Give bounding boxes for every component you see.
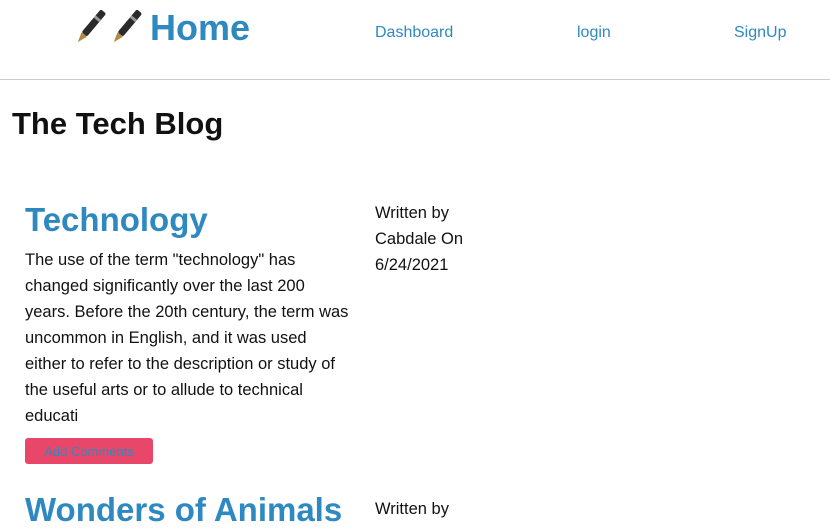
nav-link-signup[interactable]: SignUp	[734, 23, 786, 43]
home-link[interactable]: Home	[72, 6, 250, 50]
post-body: The use of the term "technology" has cha…	[25, 251, 349, 425]
fountain-pen-icon	[113, 10, 142, 43]
post-card: Wonders of Animals Written by	[25, 490, 825, 530]
post-card: Technology The use of the term "technolo…	[25, 200, 825, 480]
nav-link-dashboard[interactable]: Dashboard	[375, 23, 453, 43]
nav-link-login[interactable]: login	[577, 23, 611, 43]
home-label: Home	[150, 7, 251, 48]
post-title[interactable]: Technology	[25, 200, 208, 240]
post-meta: Written by Cabdale On 6/24/2021	[375, 204, 464, 274]
post-title[interactable]: Wonders of Animals	[25, 490, 342, 530]
add-comments-button[interactable]: Add Comments	[25, 438, 153, 464]
post-meta: Written by	[375, 500, 449, 518]
page-title: The Tech Blog	[12, 106, 224, 141]
navbar: Home Dashboard login SignUp	[0, 0, 830, 80]
fountain-pen-icon	[77, 10, 106, 43]
